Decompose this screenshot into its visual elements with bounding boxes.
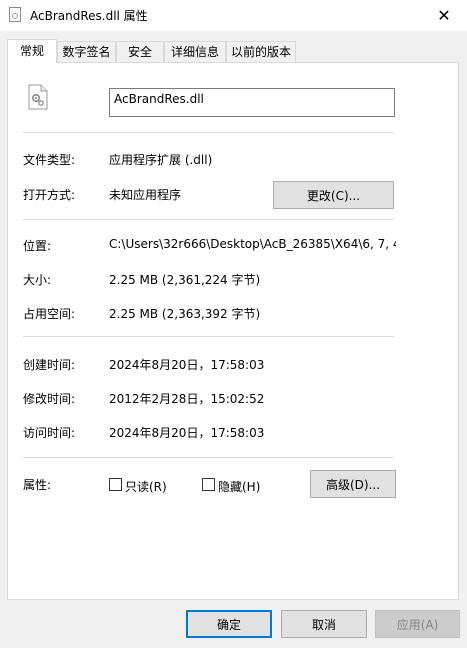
accessed-value: 2024年8月20日，17:58:03: [109, 426, 265, 440]
readonly-checkbox[interactable]: [109, 478, 122, 491]
size-value: 2.25 MB (2,361,224 字节): [109, 273, 261, 287]
tab-previous-versions[interactable]: 以前的版本: [226, 41, 296, 62]
file-type-value: 应用程序扩展 (.dll): [109, 153, 213, 167]
modified-label: 修改时间:: [23, 392, 76, 406]
location-label: 位置:: [23, 239, 52, 253]
file-name-field[interactable]: AcBrandRes.dll: [109, 88, 395, 117]
close-icon: ✕: [437, 6, 451, 25]
window-title: AcBrandRes.dll 属性: [30, 9, 148, 23]
created-label: 创建时间:: [23, 358, 76, 372]
location-value: C:\Users\32r666\Desktop\AcB_26385\X64\6,…: [109, 237, 396, 251]
dll-gear-file-icon: [28, 84, 48, 110]
tab-details[interactable]: 详细信息: [164, 41, 226, 62]
opens-with-value: 未知应用程序: [109, 188, 182, 202]
separator: [23, 336, 394, 337]
general-panel: [7, 62, 459, 600]
hidden-checkbox[interactable]: [202, 478, 215, 491]
change-button[interactable]: 更改(C)...: [273, 181, 394, 209]
size-label: 大小:: [23, 273, 52, 287]
tab-security[interactable]: 安全: [116, 41, 164, 62]
close-button[interactable]: ✕: [421, 0, 467, 31]
modified-value: 2012年2月28日，15:02:52: [109, 392, 265, 406]
apply-button[interactable]: 应用(A): [375, 610, 460, 638]
separator: [23, 219, 394, 220]
cancel-button[interactable]: 取消: [281, 610, 367, 638]
accessed-label: 访问时间:: [23, 426, 76, 440]
readonly-label[interactable]: 只读(R): [125, 478, 167, 495]
title-bar: AcBrandRes.dll 属性 ✕: [0, 0, 467, 31]
ok-button[interactable]: 确定: [186, 610, 272, 638]
opens-with-label: 打开方式:: [23, 188, 76, 202]
dll-file-icon: [9, 7, 21, 22]
hidden-label[interactable]: 隐藏(H): [218, 478, 260, 495]
separator: [23, 132, 394, 133]
size-on-disk-label: 占用空间:: [23, 307, 76, 321]
file-type-label: 文件类型:: [23, 153, 76, 167]
created-value: 2024年8月20日，17:58:03: [109, 358, 265, 372]
attributes-label: 属性:: [23, 478, 52, 492]
advanced-button[interactable]: 高级(D)...: [310, 470, 396, 498]
tab-digital-signatures[interactable]: 数字签名: [57, 41, 116, 62]
separator: [23, 457, 394, 458]
tab-general[interactable]: 常规: [7, 39, 57, 63]
size-on-disk-value: 2.25 MB (2,363,392 字节): [109, 307, 261, 321]
